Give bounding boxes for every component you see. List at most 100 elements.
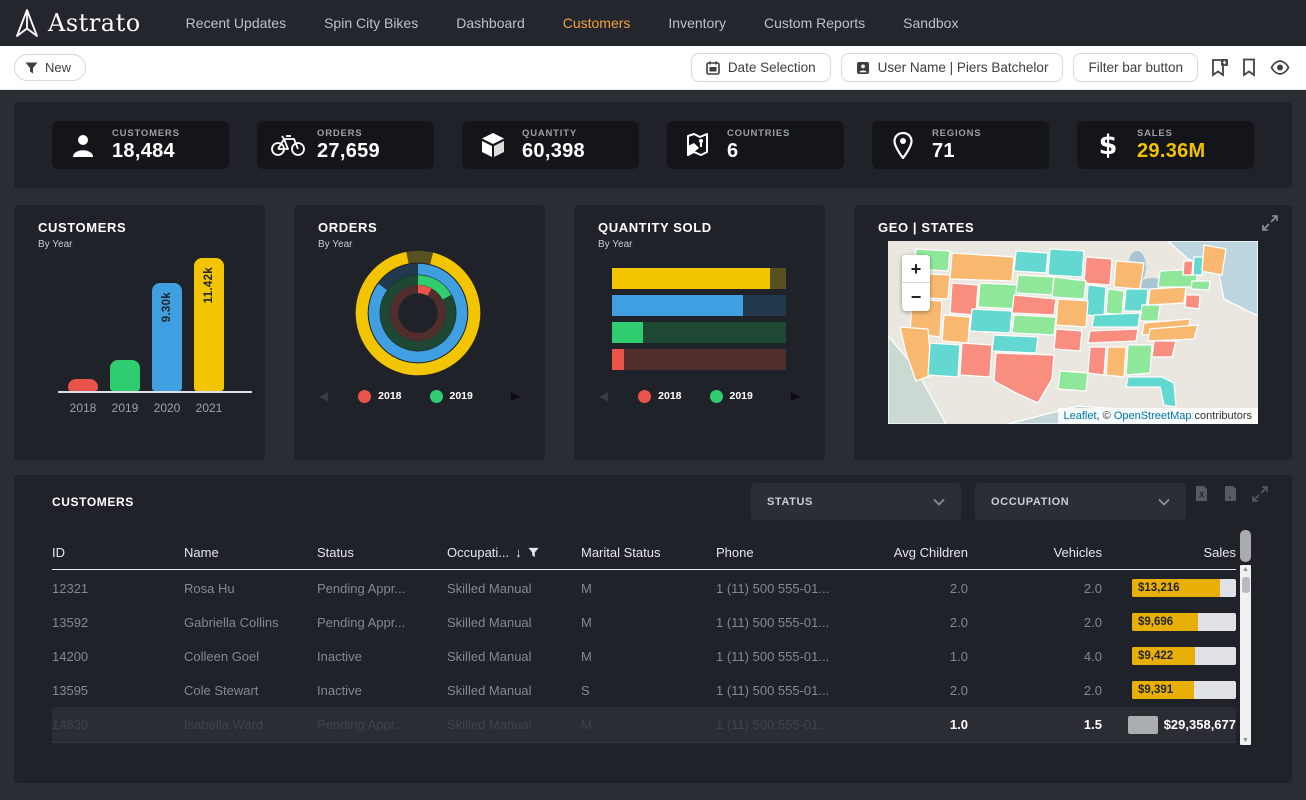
col-marital-status[interactable]: Marital Status (581, 545, 716, 560)
nav-item-customers[interactable]: Customers (544, 0, 650, 46)
table-scrollbar[interactable]: ▲ ▼ (1240, 565, 1251, 745)
kpi-label: CUSTOMERS (112, 128, 180, 139)
astrato-logo[interactable]: Astrato (14, 8, 141, 38)
nav-item-recent-updates[interactable]: Recent Updates (167, 0, 305, 46)
map-zoom-control: + − (902, 255, 930, 311)
orders-chart-card: ORDERS By Year ◀ 2018 2019 ▶ (294, 205, 545, 460)
hbar-2019[interactable] (612, 322, 786, 343)
kpi-label: REGIONS (932, 128, 981, 139)
orders-legend: ◀ 2018 2019 ▶ (294, 389, 545, 403)
chart-title: QUANTITY SOLD (598, 220, 712, 235)
export-excel-icon[interactable]: X (1192, 483, 1211, 504)
dashboard-content: CUSTOMERS 18,484 ORDERS 27,659 (0, 90, 1306, 800)
bar-2018[interactable] (68, 379, 98, 391)
col-status[interactable]: Status (317, 545, 447, 560)
zoom-out-button[interactable]: − (902, 283, 930, 311)
date-selection-button[interactable]: Date Selection (691, 53, 831, 82)
bar-2021[interactable]: 11.42k (194, 258, 224, 391)
col-sales[interactable]: Sales (1102, 545, 1236, 560)
occupation-filter-dropdown[interactable]: OCCUPATION (975, 483, 1186, 520)
kpi-value: 29.36M (1137, 140, 1206, 163)
bicycle-icon (271, 133, 305, 157)
kpi-regions: REGIONS 71 (872, 121, 1049, 169)
nav-item-spin-city-bikes[interactable]: Spin City Bikes (305, 0, 437, 46)
table-row[interactable]: 13592Gabriella CollinsPending Appr...Ski… (52, 605, 1236, 639)
col-avg-children[interactable]: Avg Children (854, 545, 968, 560)
chevron-down-icon (1158, 498, 1170, 506)
legend-dot-red (638, 390, 651, 403)
orders-donut-chart[interactable] (353, 248, 483, 378)
legend-prev-arrow-icon[interactable]: ◀ (319, 389, 328, 403)
legend-item-2019[interactable]: 2019 (710, 390, 753, 403)
dollar-icon: $ (1091, 130, 1125, 161)
kpi-value: 60,398 (522, 140, 585, 163)
col-vehicles[interactable]: Vehicles (968, 545, 1102, 560)
us-states-map[interactable]: + − Leaflet, © OpenStreetMap contributor… (888, 241, 1258, 424)
legend-next-arrow-icon[interactable]: ▶ (791, 389, 800, 403)
expand-icon[interactable] (1262, 215, 1278, 236)
legend-item-2018[interactable]: 2018 (358, 390, 401, 403)
expand-table-icon[interactable] (1250, 484, 1270, 504)
col-name[interactable]: Name (184, 545, 317, 560)
sort-desc-icon[interactable]: ↓ (515, 545, 522, 560)
user-name-button[interactable]: User Name | Piers Batchelor (841, 53, 1064, 82)
kpi-value: 27,659 (317, 140, 380, 163)
ghost-sales-bar (1128, 716, 1158, 734)
table-header-row: ID Name Status Occupati... ↓ Marital Sta… (52, 535, 1236, 570)
scroll-up-icon[interactable]: ▲ (1240, 566, 1251, 573)
export-csv-icon[interactable]: , (1221, 483, 1240, 504)
legend-next-arrow-icon[interactable]: ▶ (511, 389, 520, 403)
nav-item-dashboard[interactable]: Dashboard (437, 0, 544, 46)
legend-item-2019[interactable]: 2019 (430, 390, 473, 403)
table-row[interactable]: 14200Colleen GoelInactiveSkilled ManualM… (52, 639, 1236, 673)
svg-text:X: X (1199, 491, 1205, 500)
nav-item-sandbox[interactable]: Sandbox (884, 0, 977, 46)
filter-bar-button[interactable]: Filter bar button (1073, 53, 1198, 82)
chevron-down-icon (933, 498, 945, 506)
map-attribution: Leaflet, © OpenStreetMap contributors (1058, 408, 1259, 424)
hbar-2021[interactable] (612, 268, 786, 289)
customers-bar-chart[interactable]: 9.30k 11.42k (58, 257, 252, 393)
new-filter-button[interactable]: New (14, 54, 86, 81)
chart-title: ORDERS (318, 220, 377, 235)
kpi-sales: $ SALES 29.36M (1077, 121, 1254, 169)
column-filter-icon[interactable] (528, 547, 539, 558)
nav-item-custom-reports[interactable]: Custom Reports (745, 0, 884, 46)
status-filter-dropdown[interactable]: STATUS (751, 483, 961, 520)
bar-2020[interactable]: 9.30k (152, 283, 182, 391)
leaflet-link[interactable]: Leaflet (1064, 410, 1097, 422)
quantity-bar-chart[interactable] (612, 268, 786, 376)
kpi-label: COUNTRIES (727, 128, 790, 139)
chart-subtitle: By Year (38, 239, 72, 250)
nav-item-inventory[interactable]: Inventory (649, 0, 745, 46)
col-phone[interactable]: Phone (716, 545, 854, 560)
hbar-2020[interactable] (612, 295, 786, 316)
map-svg (888, 241, 1258, 424)
bookmark-add-button[interactable] (1208, 56, 1230, 80)
hbar-2018[interactable] (612, 349, 786, 370)
bar-2019[interactable] (110, 360, 140, 391)
table-totals-row: 14830 Isabella Ward Pending Appr... Skil… (52, 707, 1236, 743)
kpi-customers: CUSTOMERS 18,484 (52, 121, 229, 169)
zoom-in-button[interactable]: + (902, 255, 930, 283)
kpi-orders: ORDERS 27,659 (257, 121, 434, 169)
table-row[interactable]: 13595Cole StewartInactiveSkilled ManualS… (52, 673, 1236, 707)
legend-item-2018[interactable]: 2018 (638, 390, 681, 403)
scroll-down-icon[interactable]: ▼ (1240, 737, 1251, 744)
osm-link[interactable]: OpenStreetMap (1114, 410, 1192, 422)
legend-prev-arrow-icon[interactable]: ◀ (599, 389, 608, 403)
funnel-icon (25, 62, 38, 74)
bookmark-button[interactable] (1240, 56, 1258, 79)
kpi-value: 71 (932, 140, 981, 163)
table-row[interactable]: 12321Rosa HuPending Appr...Skilled Manua… (52, 571, 1236, 605)
outer-scrollbar-thumb[interactable] (1240, 530, 1251, 562)
col-occupation[interactable]: Occupati... ↓ (447, 545, 581, 560)
scrollbar-thumb[interactable] (1242, 577, 1250, 593)
kpi-label: QUANTITY (522, 128, 585, 139)
visibility-button[interactable] (1268, 58, 1292, 77)
bookmark-add-icon (1210, 58, 1228, 78)
kpi-label: ORDERS (317, 128, 380, 139)
total-vehicles: 1.5 (968, 717, 1102, 732)
customers-chart-card: CUSTOMERS By Year 9.30k 11.42k 2018 2019… (14, 205, 265, 460)
col-id[interactable]: ID (52, 545, 184, 560)
